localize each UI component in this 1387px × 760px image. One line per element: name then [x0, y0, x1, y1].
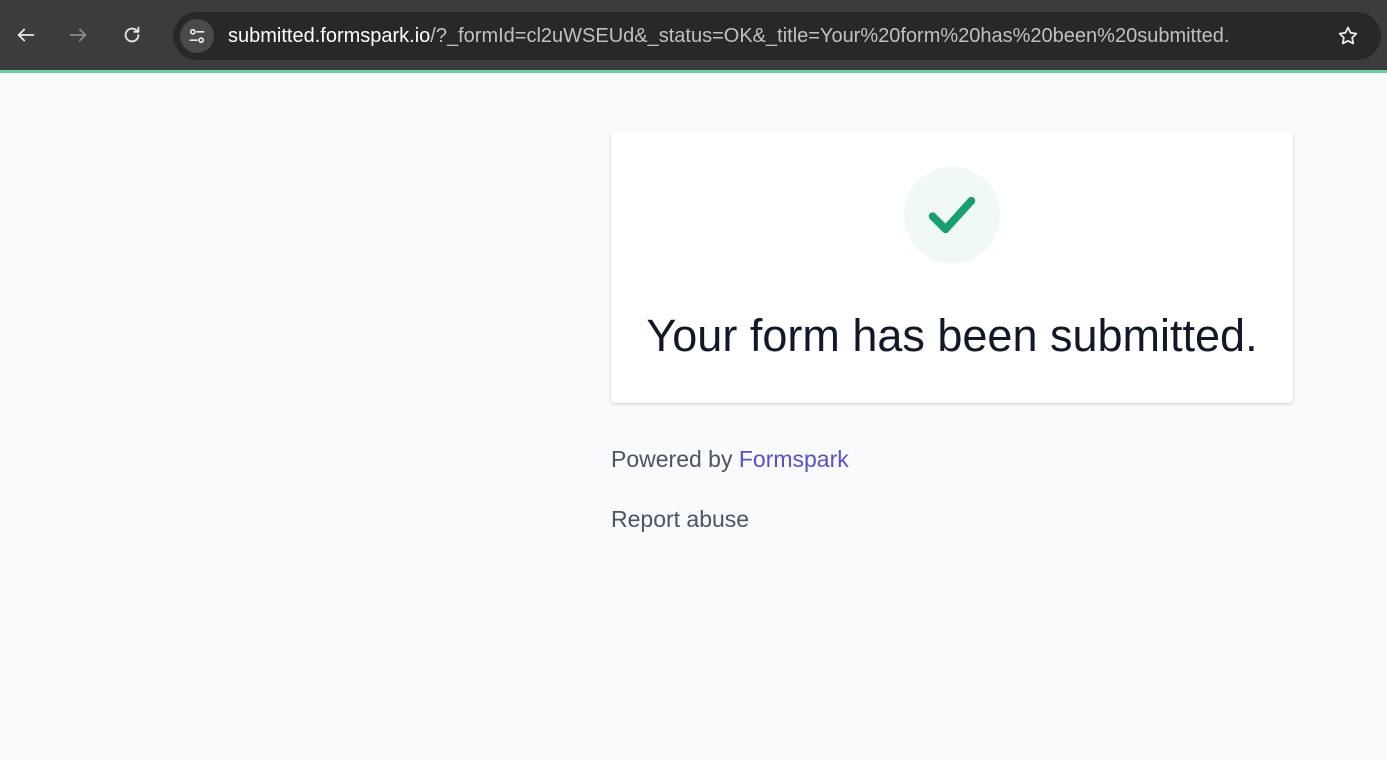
site-info-button[interactable] — [180, 19, 214, 53]
url-path: /?_formId=cl2uWSEUd&_status=OK&_title=Yo… — [430, 25, 1230, 47]
confirmation-card: Your form has been submitted. — [611, 131, 1293, 403]
back-button[interactable] — [6, 15, 46, 55]
star-icon — [1338, 26, 1358, 45]
arrow-left-icon — [17, 28, 35, 42]
success-badge — [904, 167, 1000, 263]
formspark-link[interactable]: Formspark — [739, 446, 849, 472]
reload-button[interactable] — [112, 15, 152, 55]
checkmark-icon — [928, 196, 976, 234]
powered-by-prefix: Powered by — [611, 446, 739, 472]
address-bar[interactable]: submitted.formspark.io/?_formId=cl2uWSEU… — [173, 12, 1381, 60]
confirmation-title: Your form has been submitted. — [646, 310, 1258, 361]
bookmark-button[interactable] — [1335, 23, 1361, 49]
reload-icon — [124, 26, 140, 43]
tune-icon — [189, 28, 205, 44]
url-host: submitted.formspark.io — [228, 25, 431, 47]
browser-toolbar: submitted.formspark.io/?_formId=cl2uWSEU… — [0, 0, 1387, 70]
page-content: Your form has been submitted. Powered by… — [0, 73, 1387, 760]
powered-by: Powered by Formspark — [611, 445, 849, 473]
arrow-right-icon — [69, 28, 87, 42]
url-text[interactable]: submitted.formspark.io/?_formId=cl2uWSEU… — [228, 24, 1229, 48]
report-abuse-link[interactable]: Report abuse — [611, 505, 749, 533]
forward-button[interactable] — [58, 15, 98, 55]
